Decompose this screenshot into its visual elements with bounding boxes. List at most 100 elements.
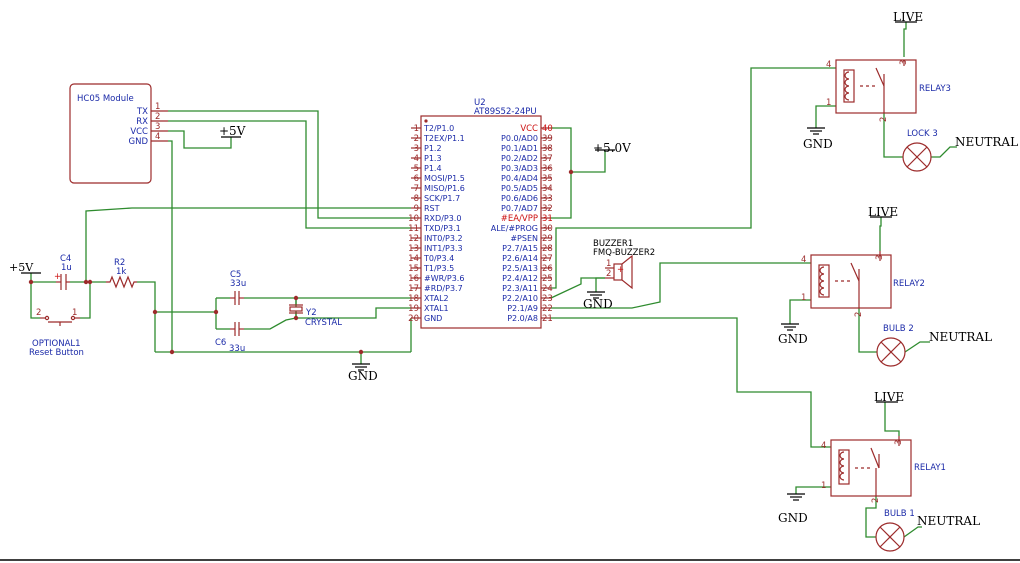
- relay1-load-label: BULB 1: [884, 509, 915, 519]
- mcu-pin-label: P0.0/AD0: [501, 134, 538, 143]
- reset-value: Reset Button: [29, 348, 84, 358]
- mcu-pin-label: XTAL1: [424, 304, 449, 313]
- reset-pin-2: 2: [36, 308, 41, 318]
- reset-contact: [44, 315, 50, 321]
- schematic-canvas: HC05 Module TX RX VCC GND 1 2 3 4 U2 AT8…: [0, 10, 1020, 561]
- relay2-block: 4 3 1 2 RELAY2: [801, 251, 925, 317]
- mcu-pin-label: SCK/P1.7: [424, 194, 460, 203]
- mcu-pin-label: P0.7/AD7: [501, 204, 538, 213]
- gnd-main-label: GND: [348, 369, 378, 383]
- mcu-pin-label: ALE/#PROG: [491, 224, 538, 233]
- mcu-pin-label: P0.5/AD5: [501, 184, 538, 193]
- gnd-symbol-relay2: [781, 323, 799, 331]
- relay3-load-label: LOCK 3: [907, 129, 938, 139]
- mcu-pin-number: 17: [408, 284, 419, 294]
- mcu-pin-number: 18: [408, 294, 419, 304]
- buzzer-pin-1: 1: [606, 259, 611, 269]
- buzzer: BUZZER1 FMQ-BUZZER2 1 2 +: [593, 239, 655, 290]
- hc05-pin-number: 3: [155, 122, 160, 132]
- plus5v-mcu-label: +5.0V: [593, 141, 631, 155]
- mcu-pin-number: 10: [408, 214, 419, 224]
- relay-pin-number: 3: [894, 440, 904, 445]
- relay2-neutral-label: NEUTRAL: [929, 330, 992, 344]
- mcu-pin-number: 28: [542, 244, 553, 254]
- buzzer-plus: +: [617, 265, 624, 275]
- mcu-pin-number: 12: [408, 234, 419, 244]
- hc05-pin-number: 1: [155, 102, 160, 112]
- mcu-pin-number: 23: [542, 294, 553, 304]
- mcu-pin-label: #PSEN: [510, 234, 538, 243]
- mcu-pin-number: 40: [542, 124, 553, 134]
- reset-network: C4 1u + R2 1k 2 1 OPTIONAL1 Reset Button: [29, 254, 137, 358]
- mcu-pin-label: P2.6/A14: [502, 254, 538, 263]
- hc05-pin-gnd: GND: [129, 137, 149, 147]
- mcu-pin-number: 1: [414, 124, 419, 134]
- mcu-pin-number: 2: [414, 134, 419, 144]
- mcu-pin-label: P1.3: [424, 154, 442, 163]
- mcu-pin-number: 19: [408, 304, 419, 314]
- mcu-pin-label: P0.1/AD1: [501, 144, 538, 153]
- mcu-pin-label: TXD/P3.1: [423, 224, 461, 233]
- mcu-pin-label: INT1/P3.3: [424, 244, 463, 253]
- mcu-pin-number: 25: [542, 274, 553, 284]
- mcu-pin-label: P2.5/A13: [502, 264, 538, 273]
- mcu-pin-label: MOSI/P1.5: [424, 174, 465, 183]
- c4-value: 1u: [61, 263, 72, 273]
- mcu-pin-label: P1.4: [424, 164, 442, 173]
- mcu-pin-number: 6: [414, 174, 419, 184]
- mcu-pin-number: 20: [408, 314, 419, 324]
- mcu-pin-label: #RD/P3.7: [424, 284, 463, 293]
- relay-ref: RELAY1: [914, 463, 946, 473]
- crystal-body: [289, 306, 303, 312]
- mcu-pin-number: 5: [414, 164, 419, 174]
- mcu-pin-number: 13: [408, 244, 419, 254]
- relay2-load-label: BULB 2: [883, 324, 914, 334]
- relay-pin-number: 1: [821, 481, 826, 491]
- pin1-marker-icon: [424, 119, 428, 123]
- mcu-pin-number: 35: [542, 174, 553, 184]
- relay3-neutral-label: NEUTRAL: [955, 135, 1018, 149]
- r2-resistor: [106, 275, 137, 289]
- relay-pin-number: 3: [875, 255, 885, 260]
- mcu-pin-label: #WR/P3.6: [424, 274, 464, 283]
- hc05-pin-tx: TX: [136, 107, 148, 117]
- relay-pin-number: 1: [801, 293, 806, 303]
- r2-value: 1k: [116, 267, 126, 277]
- relay1-neutral-label: NEUTRAL: [917, 514, 980, 528]
- hc05-pin-rx: RX: [136, 117, 148, 127]
- gnd-symbol-relay3: [807, 127, 825, 135]
- crystal-network: C5 33u C6 33u Y2 CRYSTAL: [215, 270, 342, 354]
- c5-value: 33u: [230, 279, 246, 289]
- mcu-pin-label: P0.6/AD6: [501, 194, 538, 203]
- relay-pin-number: 2: [879, 117, 889, 122]
- y2-value: CRYSTAL: [305, 318, 342, 328]
- mcu-pin-label: XTAL2: [424, 294, 449, 303]
- relay3-block: 4 3 1 2 RELAY3: [826, 59, 951, 122]
- relay-pin-number: 1: [826, 98, 831, 108]
- reset-contact: [70, 315, 76, 321]
- mcu-pin-number: 15: [408, 264, 419, 274]
- hc05-module: HC05 Module TX RX VCC GND 1 2 3 4: [69, 83, 168, 184]
- mcu-pin-label: MISO/P1.6: [424, 184, 465, 193]
- mcu-pin-number: 38: [542, 144, 553, 154]
- relay1-block: 4 3 1 2 RELAY1: [821, 436, 946, 503]
- mcu-pin-label: RXD/P3.0: [424, 214, 461, 223]
- mcu-pin-label: T0/P3.4: [423, 254, 454, 263]
- mcu-pin-number: 31: [542, 214, 553, 224]
- mcu-pin-label: T2/P1.0: [423, 124, 454, 133]
- mcu-pin-number: 39: [542, 134, 553, 144]
- hc05-title: HC05 Module: [77, 94, 134, 104]
- mcu-pin-number: 27: [542, 254, 553, 264]
- mcu-pin-number: 21: [542, 314, 553, 324]
- y2-ref: Y2: [305, 308, 317, 318]
- mcu-ic: U2 AT89S52-24PU 1 T2/P1.02 T2EX/P1.13 P1.24…: [408, 98, 553, 329]
- mcu-pin-number: 4: [414, 154, 419, 164]
- mcu-pin-label: P0.3/AD3: [501, 164, 538, 173]
- mcu-pin-label: P0.4/AD4: [501, 174, 538, 183]
- mcu-pin-number: 7: [414, 184, 419, 194]
- relay-pin-number: 3: [899, 60, 909, 65]
- mcu-pin-number: 37: [542, 154, 553, 164]
- relay1-gnd-label: GND: [778, 511, 808, 525]
- mcu-pin-number: 29: [542, 234, 553, 244]
- plus5v-reset-label: +5V: [9, 261, 34, 274]
